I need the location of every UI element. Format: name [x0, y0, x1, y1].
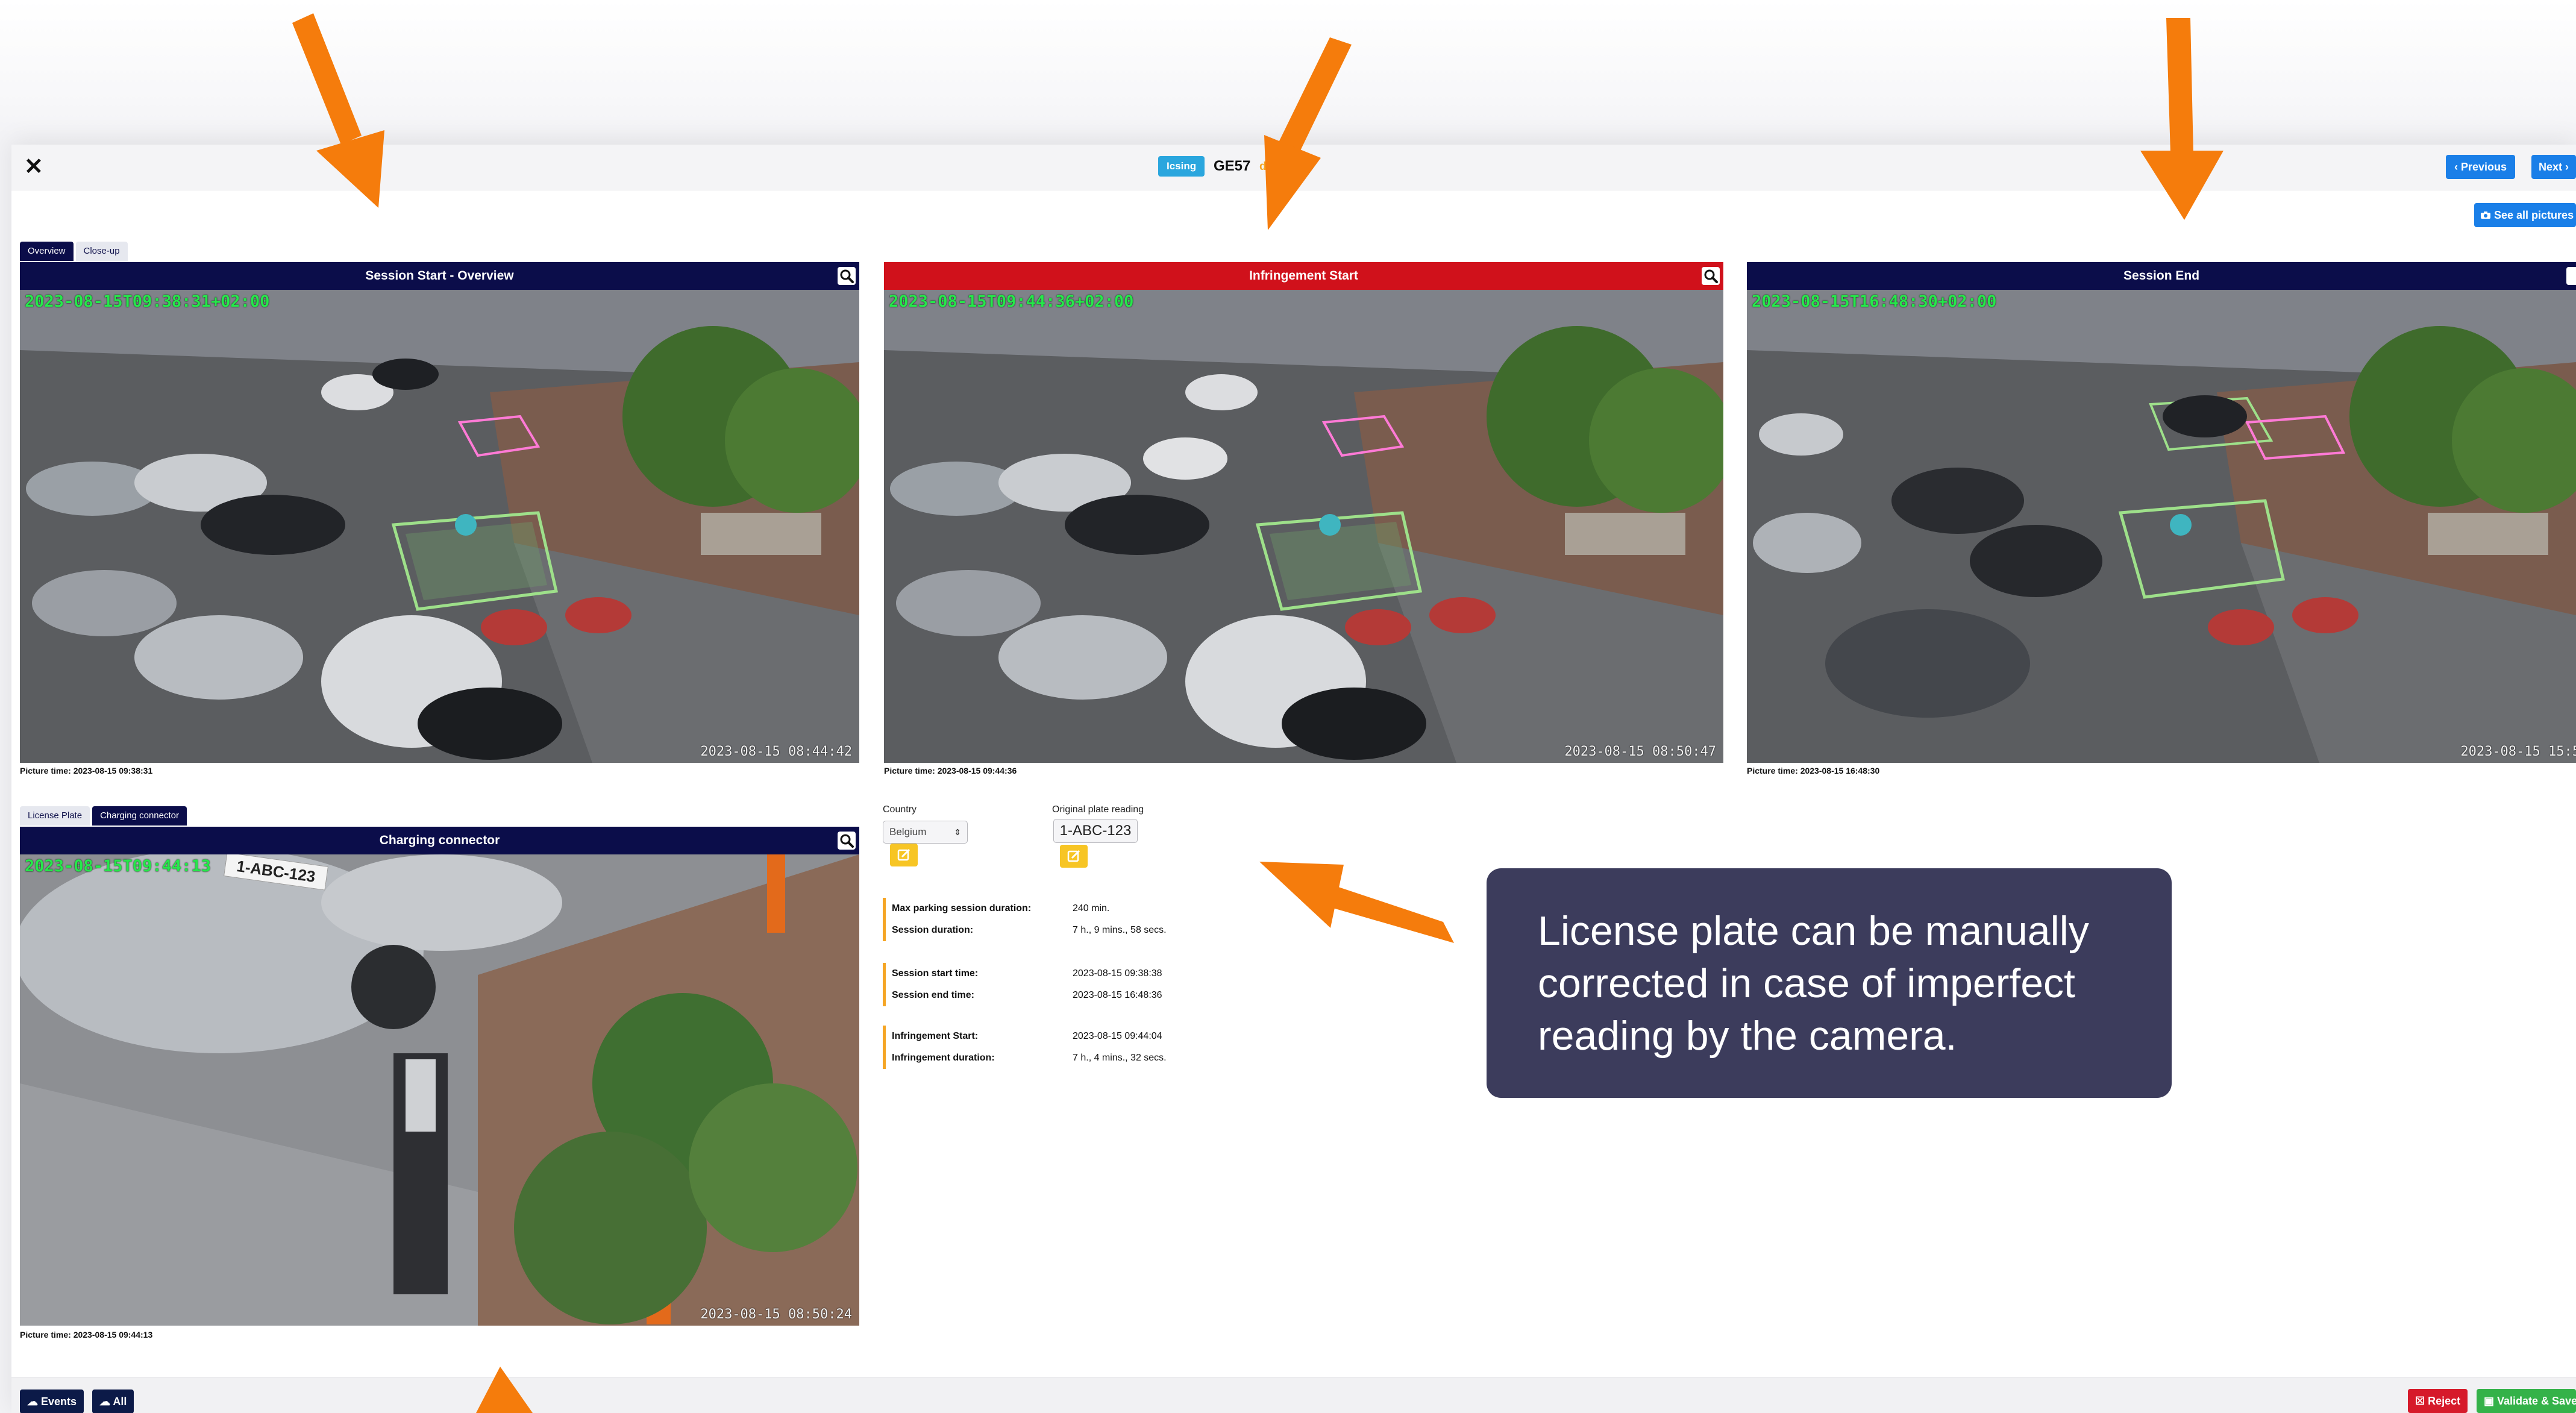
arrow-icon: [476, 1367, 533, 1413]
arrow-icon: [1264, 37, 1352, 230]
annotation-arrows: [292, 13, 2223, 1413]
screenshot-stage: ✕ Icsing GE57 ding ‹ Previous Next › See…: [0, 0, 2576, 1413]
arrow-icon: [292, 13, 384, 208]
arrow-icon: [2140, 18, 2223, 220]
arrow-icon: [1259, 862, 1454, 943]
